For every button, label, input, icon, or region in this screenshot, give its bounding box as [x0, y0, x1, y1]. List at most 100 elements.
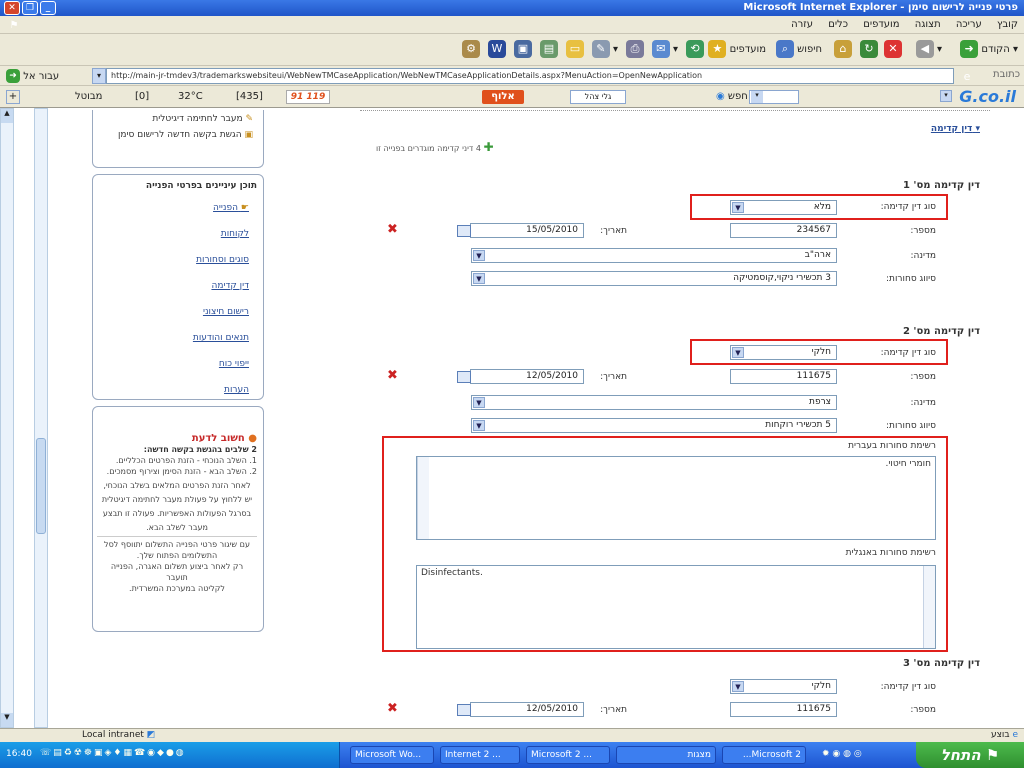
taskbar-item-word[interactable]: Microsoft Wo...: [350, 746, 434, 764]
priority-2-number-field[interactable]: 111675: [730, 369, 837, 384]
sidebar-item-request[interactable]: ☛ הפנייה: [93, 203, 249, 213]
sidebar-item-notes[interactable]: הערות: [93, 385, 249, 395]
menu-file[interactable]: קובץ: [997, 19, 1018, 30]
calendar-icon[interactable]: [457, 225, 471, 237]
sidebar-item-priority[interactable]: דין קדימה: [93, 281, 249, 291]
counter-435[interactable]: [435]: [236, 91, 263, 102]
priority-2-class-select[interactable]: 5 תכשירי רוקחות ▼: [471, 418, 837, 433]
notice-title: ● חשוב לדעת: [191, 433, 257, 444]
outer-scrollbar[interactable]: ▲ ▼: [0, 108, 14, 728]
refresh-button[interactable]: ↻: [860, 40, 878, 60]
folder-button[interactable]: ▭: [566, 40, 584, 60]
close-window-icon[interactable]: ✕: [4, 1, 20, 15]
history-icon: ⟲: [686, 40, 704, 58]
print-button[interactable]: ⎙: [626, 40, 644, 60]
minimize-window-icon[interactable]: _: [40, 1, 56, 15]
notice-line: 2. השלב הבא - הזנת הסימן וצירוף מסמכים.: [106, 467, 257, 476]
priority-1-class-select[interactable]: 3 תכשירי ניקוי,קוסמטיקה ▼: [471, 271, 837, 286]
priority-1-date-field[interactable]: 15/05/2010: [470, 223, 584, 238]
inner-scrollbar[interactable]: [34, 108, 48, 728]
gif-field[interactable]: גלי צהל: [570, 90, 626, 104]
priority-1-title: דין קדימה מס' 1: [902, 180, 980, 191]
search-button[interactable]: ⌕ חיפוש: [775, 40, 822, 60]
priority-1-number-field[interactable]: 234567: [730, 223, 837, 238]
priority-2-country-select[interactable]: צרפת ▼: [471, 395, 837, 410]
info-icon: ●: [248, 433, 257, 444]
priority-1-country-select[interactable]: ארה"ב ▼: [471, 248, 837, 263]
priority-3-type-select[interactable]: חלקי ▼: [730, 679, 837, 694]
counter-0[interactable]: [0]: [135, 91, 149, 102]
links-search-dropdown-icon[interactable]: ▾: [751, 91, 763, 103]
taskbar-item-presentations[interactable]: מצגות: [616, 746, 716, 764]
sidebar-item-external[interactable]: רישום חיצוני: [93, 307, 249, 317]
calendar-icon[interactable]: [457, 704, 471, 716]
back-button[interactable]: ➜ הקודם ▾: [960, 40, 1018, 60]
research-button[interactable]: ▤: [540, 40, 558, 60]
edit-button[interactable]: ✎ ▾: [591, 40, 618, 60]
sidebar-item-terms[interactable]: תנאים והודעות: [93, 333, 249, 343]
scroll-up-icon[interactable]: ▲: [1, 109, 13, 123]
tray-icons[interactable]: ☏▤♻☢☸▣◈♦▦☎◉◆●◍: [40, 748, 186, 758]
notice-line: יש ללחוץ על פעולת מעבר לחתימה דיגיטלית: [101, 495, 253, 504]
sidebar-action-digital-sign[interactable]: ✎ מעבר לחתימה דיגיטלית: [93, 114, 253, 124]
add-priority-row[interactable]: ✚ 4 דיני קדימה מוגדרים בפנייה זו: [376, 140, 494, 154]
priority-header-link[interactable]: ▾ דין קדימה: [931, 124, 980, 134]
sidebar-action-new-request[interactable]: ▣ הגשת בקשה חדשה לרישום סימן: [93, 130, 253, 140]
taskbar-item-internet[interactable]: Internet 2 ...: [440, 746, 520, 764]
start-button[interactable]: התחל ⚑: [916, 742, 1024, 768]
taskbar-item-microsoft-2[interactable]: Microsoft 2...: [722, 746, 806, 764]
delete-priority-3-icon[interactable]: ✖: [387, 701, 398, 716]
expand-links-icon[interactable]: +: [6, 90, 20, 104]
priority-1-type-select[interactable]: מלא ▼: [730, 200, 837, 215]
sidebar-actions-box: ✎ מעבר לחתימה דיגיטלית ▣ הגשת בקשה חדשה …: [92, 110, 264, 168]
calendar-icon[interactable]: [457, 371, 471, 383]
menu-edit[interactable]: עריכה: [956, 19, 982, 30]
goods-en-textarea[interactable]: Disinfectants.: [416, 565, 936, 649]
logo[interactable]: G.co.il: [959, 87, 1016, 106]
mail-button[interactable]: ✉ ▾: [651, 40, 678, 60]
priority-3-date-field[interactable]: 12/05/2010: [470, 702, 584, 717]
scroll-thumb[interactable]: [36, 438, 46, 534]
sidebar-item-customers[interactable]: לקוחות: [93, 229, 249, 239]
address-dropdown-icon[interactable]: ▾: [92, 68, 106, 84]
forward-button[interactable]: ◀ ▾: [915, 40, 942, 60]
taskbar-item-microsoft-1[interactable]: Microsoft 2 ...: [526, 746, 610, 764]
stop-button[interactable]: ✕: [884, 40, 902, 60]
scroll-down-icon[interactable]: ▼: [1, 713, 13, 727]
protected-label[interactable]: מבוטל: [75, 91, 102, 102]
delete-priority-1-icon[interactable]: ✖: [387, 222, 398, 237]
windows-flag-icon: ⚑: [9, 20, 19, 31]
type-label: סוג דין קדימה:: [880, 348, 936, 358]
links-search-button[interactable]: ◉ חפש: [716, 91, 748, 102]
quick-launch-icons[interactable]: ✹ ◉ ◍ ◎: [822, 749, 862, 759]
sidebar-item-goods[interactable]: סוגים וסחורות: [93, 255, 249, 265]
priority-3-number-field[interactable]: 111675: [730, 702, 837, 717]
textarea-scrollbar[interactable]: [923, 566, 935, 648]
clock[interactable]: 16:40: [6, 749, 32, 759]
radio-station-button[interactable]: 91 119: [286, 90, 330, 104]
textarea-scrollbar[interactable]: [417, 457, 429, 539]
goods-he-textarea[interactable]: חומרי חיטוי.: [416, 456, 936, 540]
priority-2-date-field[interactable]: 12/05/2010: [470, 369, 584, 384]
weather-temp[interactable]: 32°C: [178, 91, 203, 102]
menu-favorites[interactable]: מועדפים: [863, 19, 899, 30]
home-button[interactable]: ⌂: [834, 40, 852, 60]
menu-view[interactable]: תצוגה: [915, 19, 941, 30]
messenger-button[interactable]: ▣: [514, 40, 532, 60]
sidebar-item-poa[interactable]: ייפוי כוח: [93, 359, 249, 369]
alef-button[interactable]: אלוף: [482, 90, 524, 104]
menu-help[interactable]: עזרה: [791, 19, 813, 30]
tools-button[interactable]: ⚙: [462, 40, 480, 60]
notice-line: עם שיגור פרטי הפנייה התשלום יתווסף לסל: [97, 536, 257, 550]
go-button[interactable]: ➜ עבור אל: [6, 69, 59, 83]
logo-dropdown-icon[interactable]: ▾: [940, 90, 952, 102]
history-button[interactable]: ⟲: [686, 40, 704, 60]
favorites-button[interactable]: ★ מועדפים: [708, 40, 766, 60]
priority-2-type-select[interactable]: חלקי ▼: [730, 345, 837, 360]
menu-tools[interactable]: כלים: [828, 19, 848, 30]
links-search-field[interactable]: ▾: [749, 90, 799, 104]
word-button[interactable]: W: [488, 40, 506, 60]
restore-window-icon[interactable]: ❐: [22, 1, 38, 15]
address-input[interactable]: http://main-jr-tmdev3/trademarkswebsiteu…: [106, 68, 954, 84]
delete-priority-2-icon[interactable]: ✖: [387, 368, 398, 383]
